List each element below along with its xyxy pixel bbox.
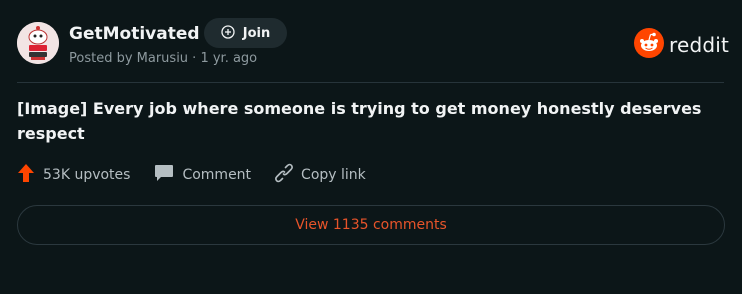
view-comments-button[interactable]: View 1135 comments (17, 205, 725, 245)
community-avatar-icon[interactable] (17, 22, 59, 64)
reddit-brand[interactable]: reddit (634, 28, 729, 62)
comment-label: Comment (182, 167, 252, 183)
plus-circle-icon (221, 24, 235, 43)
comment-bubble-icon (154, 164, 174, 186)
copy-link-button[interactable]: Copy link (275, 163, 366, 187)
join-label: Join (242, 25, 271, 41)
post-card: GetMotivated Join Posted by Marusiu · 1 … (0, 0, 742, 294)
reddit-logo-icon (634, 28, 664, 62)
reddit-wordmark: reddit (669, 33, 730, 57)
link-icon (275, 163, 293, 187)
community-name[interactable]: GetMotivated (69, 24, 200, 44)
upvote-arrow-icon (17, 163, 35, 187)
upvote-button[interactable]: 53K upvotes (17, 163, 130, 187)
copy-link-label: Copy link (301, 167, 366, 183)
upvote-count: 53K upvotes (43, 167, 131, 183)
view-comments-label: View 1135 comments (295, 217, 447, 233)
post-actions: 53K upvotes Comment Copy link (17, 162, 366, 188)
comment-button[interactable]: Comment (154, 164, 251, 186)
post-title[interactable]: [Image] Every job where someone is tryin… (17, 96, 735, 146)
join-button[interactable]: Join (204, 18, 287, 48)
post-meta: Posted by Marusiu · 1 yr. ago (69, 51, 258, 66)
header-divider (17, 82, 724, 83)
